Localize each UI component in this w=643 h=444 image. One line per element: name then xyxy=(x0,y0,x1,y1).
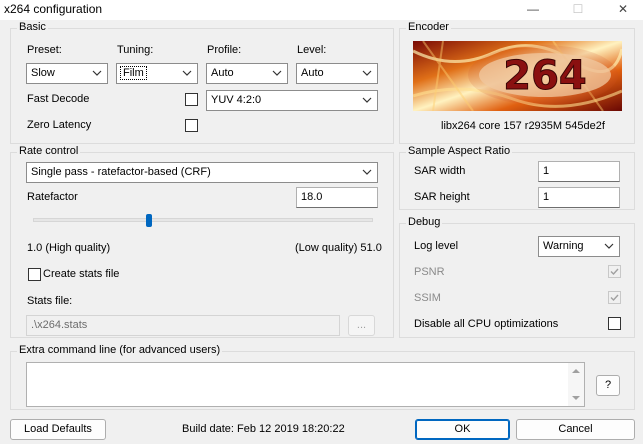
build-date: Build date: Feb 12 2019 18:20:22 xyxy=(182,423,345,435)
scroll-up-icon[interactable] xyxy=(568,365,584,377)
browse-stats-button: ... xyxy=(348,315,375,336)
rate-mode-value: Single pass - ratefactor-based (CRF) xyxy=(31,166,211,178)
disable-cpu-checkbox[interactable] xyxy=(608,317,621,330)
sar-legend: Sample Aspect Ratio xyxy=(406,145,513,157)
rate-mode-select[interactable]: Single pass - ratefactor-based (CRF) xyxy=(26,162,378,183)
chevron-down-icon xyxy=(362,97,372,103)
ssim-label: SSIM xyxy=(414,292,441,304)
chevron-down-icon xyxy=(362,169,372,175)
create-stats-label: Create stats file xyxy=(43,268,120,280)
tuning-label: Tuning: xyxy=(117,44,154,56)
extra-cmdline-legend: Extra command line (for advanced users) xyxy=(17,344,223,356)
maximize-button: ☐ xyxy=(572,2,584,16)
check-icon xyxy=(610,268,619,276)
sar-width-input[interactable]: 1 xyxy=(538,161,620,182)
tuning-select[interactable]: Film xyxy=(116,63,198,84)
slider-min-label: 1.0 (High quality) xyxy=(27,242,111,254)
rate-control-legend: Rate control xyxy=(17,145,81,157)
slider-max-label: (Low quality) 51.0 xyxy=(295,242,382,254)
x264-logo: 264 xyxy=(413,41,622,111)
scroll-down-icon[interactable] xyxy=(568,392,584,404)
stats-file-input: .\x264.stats xyxy=(26,315,340,336)
colorspace-value: YUV 4:2:0 xyxy=(211,94,262,106)
basic-legend: Basic xyxy=(17,21,48,33)
level-select[interactable]: Auto xyxy=(296,63,378,84)
stats-file-label: Stats file: xyxy=(27,295,73,307)
level-label: Level: xyxy=(297,44,327,56)
ok-button[interactable]: OK xyxy=(415,419,510,440)
load-defaults-button[interactable]: Load Defaults xyxy=(10,419,106,440)
ratefactor-slider-track[interactable] xyxy=(33,218,373,222)
sar-height-label: SAR height xyxy=(414,191,470,203)
fast-decode-checkbox[interactable] xyxy=(185,93,198,106)
profile-value: Auto xyxy=(211,67,234,79)
chevron-down-icon xyxy=(362,70,372,76)
encoder-legend: Encoder xyxy=(406,21,451,33)
log-level-value: Warning xyxy=(543,240,584,252)
preset-select[interactable]: Slow xyxy=(26,63,108,84)
chevron-down-icon xyxy=(272,70,282,76)
ratefactor-slider-thumb[interactable] xyxy=(145,214,152,227)
chevron-down-icon xyxy=(604,243,614,249)
ratefactor-input[interactable]: 18.0 xyxy=(296,187,378,208)
check-icon xyxy=(610,294,619,302)
psnr-label: PSNR xyxy=(414,266,445,278)
preset-value: Slow xyxy=(31,67,55,79)
extra-cmdline-textarea[interactable] xyxy=(26,362,585,407)
sar-width-label: SAR width xyxy=(414,165,466,177)
sar-height-input[interactable]: 1 xyxy=(538,187,620,208)
textarea-scrollbar[interactable] xyxy=(568,363,584,406)
x264-config-window: x264 configuration — ☐ ✕ Basic Preset: T… xyxy=(0,0,643,444)
help-button[interactable]: ? xyxy=(596,375,620,396)
log-level-label: Log level xyxy=(414,240,459,252)
log-level-select[interactable]: Warning xyxy=(538,236,620,257)
cancel-button[interactable]: Cancel xyxy=(516,419,635,440)
preset-label: Preset: xyxy=(27,44,62,56)
create-stats-checkbox[interactable] xyxy=(28,268,41,281)
ssim-checkbox xyxy=(608,291,621,304)
profile-label: Profile: xyxy=(207,44,242,56)
window-title: x264 configuration xyxy=(4,2,103,16)
psnr-checkbox xyxy=(608,265,621,278)
title-bar: x264 configuration — ☐ ✕ xyxy=(0,0,643,20)
tuning-value: Film xyxy=(120,66,147,80)
chevron-down-icon xyxy=(92,70,102,76)
zero-latency-checkbox[interactable] xyxy=(185,119,198,132)
debug-legend: Debug xyxy=(406,216,443,228)
colorspace-select[interactable]: YUV 4:2:0 xyxy=(206,90,378,111)
encoder-version: libx264 core 157 r2935M 545de2f xyxy=(441,120,605,132)
ratefactor-label: Ratefactor xyxy=(27,191,78,203)
profile-select[interactable]: Auto xyxy=(206,63,288,84)
level-value: Auto xyxy=(301,67,324,79)
disable-cpu-label: Disable all CPU optimizations xyxy=(414,318,559,330)
minimize-button[interactable]: — xyxy=(513,0,553,20)
x264-logo-image: 264 xyxy=(413,41,622,111)
logo-text: 264 xyxy=(503,53,587,99)
chevron-down-icon xyxy=(182,70,192,76)
close-button[interactable]: ✕ xyxy=(603,0,643,20)
zero-latency-label: Zero Latency xyxy=(27,119,92,131)
fast-decode-label: Fast Decode xyxy=(27,93,90,105)
